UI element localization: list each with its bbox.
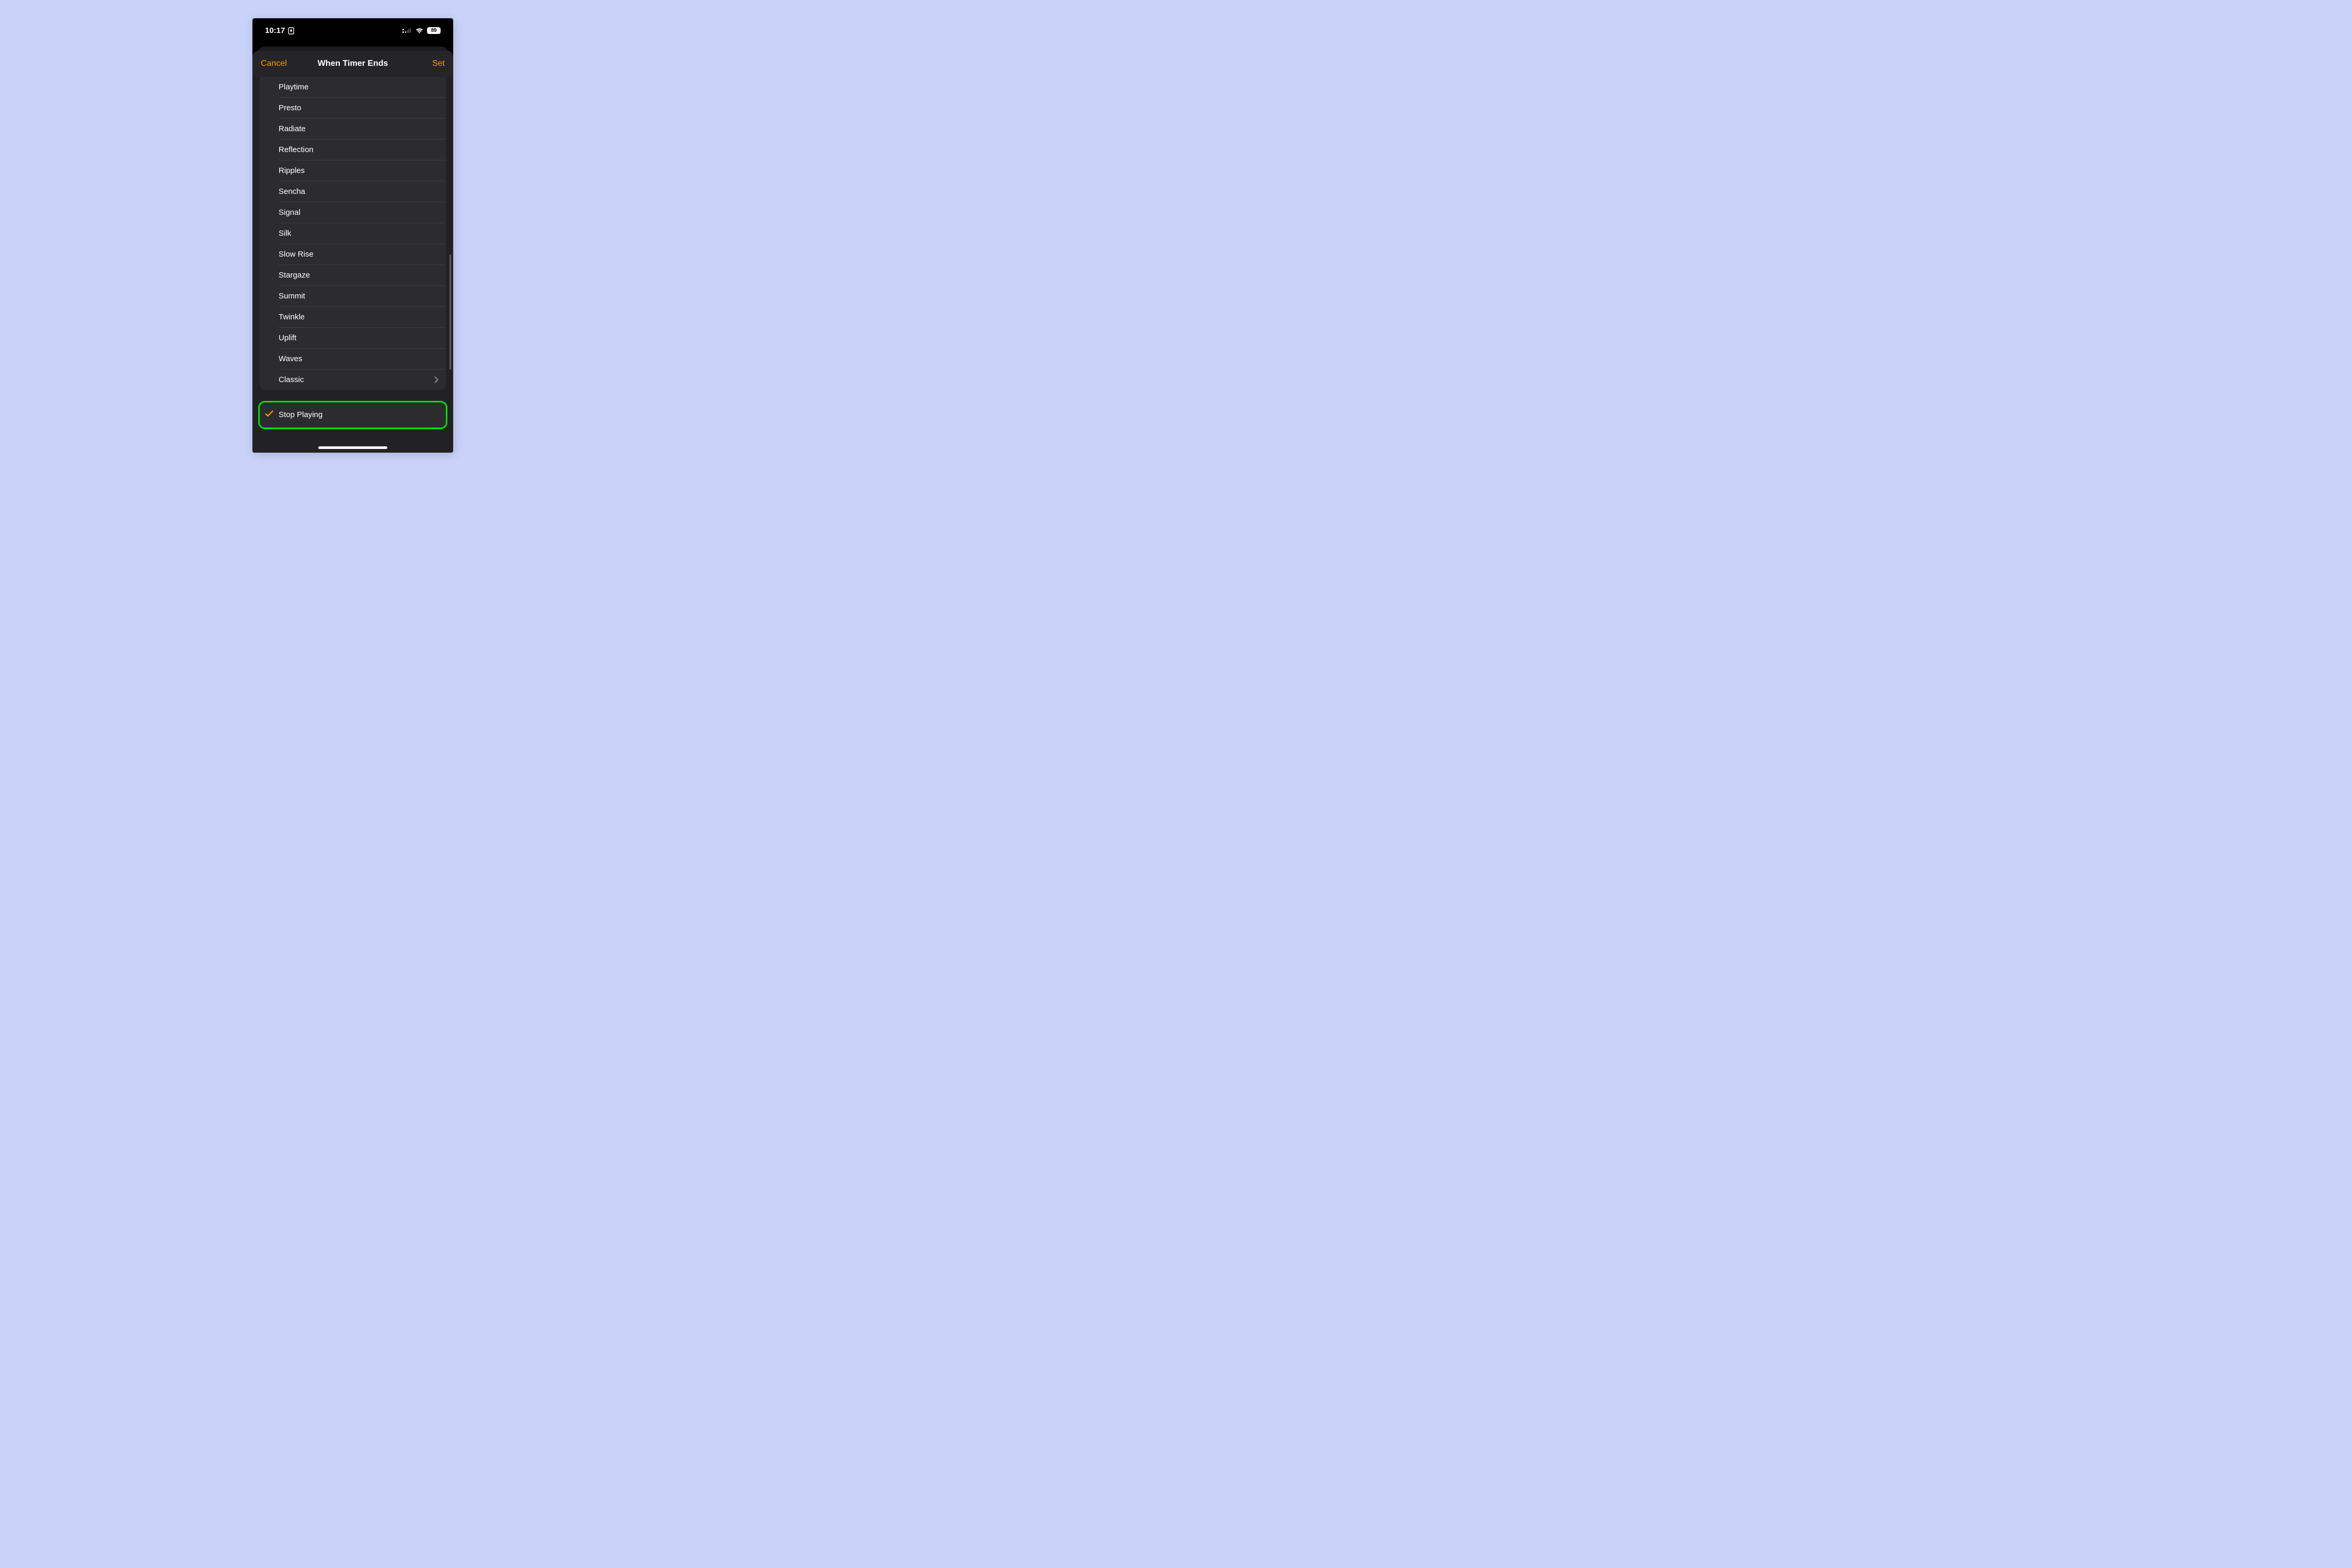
sound-list-scroll[interactable]: Playtime Presto Radiate Reflection Ripples Se… (252, 77, 453, 453)
sound-row-label: Classic (279, 375, 304, 384)
sound-row[interactable]: Slow Rise (260, 244, 446, 264)
sound-row-label: Slow Rise (279, 250, 314, 259)
sound-row-label: Waves (279, 354, 302, 363)
status-time: 10:17 (265, 26, 285, 35)
sound-row[interactable]: Silk (260, 223, 446, 244)
checkmark-icon (265, 410, 273, 420)
sound-row[interactable]: Twinkle (260, 307, 446, 327)
status-bar: 10:17 (252, 18, 453, 43)
sound-row[interactable]: Ripples (260, 160, 446, 181)
home-indicator[interactable] (318, 446, 387, 449)
sound-row[interactable]: Uplift (260, 328, 446, 348)
sound-row-label: Ripples (279, 166, 305, 175)
sound-row-label: Radiate (279, 124, 306, 133)
sound-row[interactable]: Radiate (260, 119, 446, 139)
sound-row-label: Signal (279, 208, 301, 217)
sound-row-label: Reflection (279, 145, 314, 154)
sound-row[interactable]: Summit (260, 286, 446, 306)
cancel-button[interactable]: Cancel (261, 59, 287, 68)
stop-playing-group: Stop Playing (260, 402, 446, 428)
sound-row-label: Stargaze (279, 271, 310, 280)
battery-level: 89 (427, 27, 441, 34)
sound-row-label: Sencha (279, 187, 305, 196)
wifi-icon (415, 28, 424, 34)
sound-row[interactable]: Signal (260, 202, 446, 223)
nav-bar: Cancel When Timer Ends Set (252, 51, 453, 77)
portrait-lock-icon (288, 27, 294, 34)
status-left: 10:17 (265, 26, 294, 35)
sound-row-label: Uplift (279, 333, 296, 342)
scrollbar-indicator (449, 255, 451, 370)
battery-indicator: 89 (427, 27, 441, 34)
sound-row[interactable]: Waves (260, 349, 446, 369)
sound-row-label: Silk (279, 229, 291, 238)
sound-row[interactable]: Playtime (260, 77, 446, 97)
status-right: 89 (402, 27, 441, 34)
sound-row[interactable]: Stargaze (260, 265, 446, 285)
phone-frame: 10:17 (252, 18, 453, 453)
sound-row[interactable]: Classic (260, 370, 446, 390)
sound-row[interactable]: Presto (260, 98, 446, 118)
sound-list-group: Playtime Presto Radiate Reflection Ripples Se… (260, 77, 446, 390)
stop-playing-row[interactable]: Stop Playing (260, 402, 446, 428)
set-button[interactable]: Set (432, 59, 445, 68)
sound-row-label: Playtime (279, 83, 309, 91)
cellular-signal-icon (402, 28, 411, 33)
timer-end-sheet: Cancel When Timer Ends Set Playtime Prest… (252, 51, 453, 453)
sound-row[interactable]: Reflection (260, 140, 446, 160)
sound-row-label: Presto (279, 103, 301, 112)
sound-row[interactable]: Sencha (260, 181, 446, 202)
sound-row-label: Twinkle (279, 313, 305, 321)
stop-playing-label: Stop Playing (279, 410, 322, 419)
sound-row-label: Summit (279, 292, 305, 301)
